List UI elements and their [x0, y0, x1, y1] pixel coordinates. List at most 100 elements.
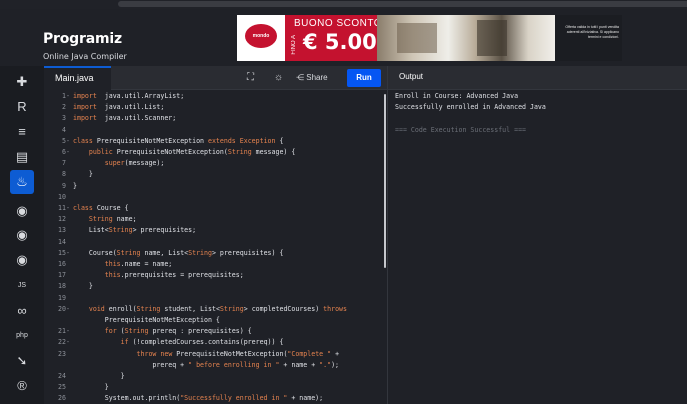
code-text: System.out.println("Successfully enrolle… — [73, 393, 323, 403]
code-line[interactable]: 17 this.prerequisites = prerequisites; — [44, 270, 383, 280]
code-text: String name; — [73, 214, 137, 224]
code-token: Course( — [73, 248, 117, 257]
code-line[interactable]: 9} — [44, 181, 383, 191]
line-number: 6 — [62, 148, 66, 156]
code-line[interactable]: 1- import java.util.ArrayList; — [44, 91, 383, 101]
html-icon[interactable]: ▤ — [13, 148, 31, 166]
code-line[interactable]: 10 — [44, 192, 383, 202]
code-text: class Course { — [73, 203, 129, 213]
csharp-icon[interactable]: ◉ — [13, 251, 31, 269]
line-number: 26 — [58, 394, 66, 403]
code-token: } — [73, 181, 77, 190]
java-icon[interactable]: ♨ — [10, 170, 34, 194]
code-text: } — [73, 382, 109, 392]
fold-toggle[interactable]: - — [66, 248, 70, 258]
sql-icon[interactable]: ≡ — [13, 123, 31, 141]
share-icon: ⋲ — [296, 73, 307, 82]
code-text: import java.util.Scanner; — [73, 113, 176, 123]
fold-toggle[interactable]: - — [66, 147, 70, 157]
php-icon[interactable]: php — [13, 327, 31, 345]
code-line[interactable]: 8 } — [44, 169, 383, 179]
code-line[interactable]: 6- public PrerequisiteNotMetException(St… — [44, 147, 383, 157]
fold-toggle[interactable]: - — [66, 203, 70, 213]
rust-icon[interactable]: ® — [13, 377, 31, 395]
ad-brand-logo: mondo — [245, 24, 277, 48]
code-token: new — [160, 349, 173, 358]
code-line[interactable]: 13 List<String> prerequisites; — [44, 225, 383, 235]
code-text: for (String prereq : prerequisites) { — [73, 326, 252, 336]
code-token: PrerequisiteNotMetException( — [172, 349, 288, 358]
output-panel[interactable]: Enroll in Course: Advanced Java Successfu… — [388, 90, 687, 404]
ad-banner[interactable]: mondo BUONO SCONTO FINO A € 5.000 Offert… — [237, 15, 622, 61]
code-line[interactable]: 16 this.name = name; — [44, 259, 383, 269]
code-text: if (!completedCourses.contains(prereq)) … — [73, 337, 284, 347]
python-icon[interactable]: ✚ — [13, 73, 31, 91]
code-token: name, List< — [140, 248, 189, 257]
scrollbar-thumb[interactable] — [384, 94, 386, 268]
code-token: > completedCourses) — [243, 304, 324, 313]
code-line[interactable]: 20- void enroll(String student, List<Str… — [44, 304, 383, 314]
r-icon[interactable]: R — [13, 98, 31, 116]
code-text: class PrerequisiteNotMetException extend… — [73, 136, 283, 146]
code-token: + name + — [279, 360, 320, 369]
go-icon[interactable]: ∞ — [13, 302, 31, 320]
tab-main-java[interactable]: Main.java — [44, 66, 111, 90]
code-line[interactable]: 11- class Course { — [44, 203, 383, 213]
code-token: ( — [116, 327, 125, 336]
code-line[interactable]: 23 throw new PrerequisiteNotMetException… — [44, 349, 383, 359]
code-line[interactable]: 21- for (String prereq : prerequisites) … — [44, 326, 383, 336]
code-line[interactable]: 7 super(message); — [44, 158, 383, 168]
fold-toggle[interactable]: - — [66, 136, 70, 146]
code-line[interactable]: 24 } — [44, 371, 383, 381]
code-line[interactable]: 3 import java.util.Scanner; — [44, 113, 383, 123]
share-button[interactable]: ⋲ Share — [296, 70, 328, 86]
code-text: } — [73, 371, 125, 381]
code-editor[interactable]: 1- import java.util.ArrayList; 2 import jav… — [44, 90, 383, 404]
code-token: System.out.println( — [73, 394, 181, 403]
run-button[interactable]: Run — [347, 69, 381, 87]
js-icon[interactable]: JS — [13, 277, 31, 295]
code-line[interactable]: 19 — [44, 293, 383, 303]
code-text: prereq + " before enrolling in " + name … — [73, 360, 339, 370]
code-line[interactable]: 5- class PrerequisiteNotMetException exte… — [44, 136, 383, 146]
code-line[interactable]: prereq + " before enrolling in " + name … — [44, 360, 383, 370]
fold-toggle[interactable]: - — [66, 337, 70, 347]
code-token: > prerequisites) { — [211, 248, 284, 257]
swift-icon[interactable]: ➘ — [13, 352, 31, 370]
code-line[interactable]: 25 } — [44, 382, 383, 392]
code-line[interactable]: 14 — [44, 237, 383, 247]
line-number: 12 — [58, 215, 66, 224]
code-token: Exception — [239, 136, 276, 145]
code-token: "." — [319, 360, 332, 369]
code-line[interactable]: 4 — [44, 125, 383, 135]
line-number: 19 — [58, 293, 66, 302]
line-number: 17 — [58, 271, 66, 280]
line-number: 24 — [58, 372, 66, 380]
theme-toggle-icon[interactable]: ☼ — [274, 70, 283, 86]
code-line[interactable]: 18 } — [44, 281, 383, 291]
cpp-icon[interactable]: ◉ — [13, 226, 31, 244]
code-token: import — [73, 103, 97, 112]
fold-toggle[interactable]: - — [66, 91, 70, 101]
code-line[interactable]: PrerequisiteNotMetException { — [44, 315, 383, 325]
c-icon[interactable]: ◉ — [13, 202, 31, 220]
fold-toggle[interactable]: - — [66, 304, 70, 314]
programiz-logo[interactable]: Programiz — [43, 31, 122, 47]
code-line[interactable]: 22- if (!completedCourses.contains(prere… — [44, 337, 383, 347]
code-line[interactable]: 15- Course(String name, List<String> pre… — [44, 248, 383, 258]
code-token: enroll( — [104, 304, 137, 313]
fullscreen-icon[interactable]: ⛶ — [247, 70, 254, 86]
code-token: String — [108, 226, 133, 235]
code-token: this — [104, 271, 121, 280]
code-line[interactable]: 12 String name; — [44, 214, 383, 224]
code-line[interactable]: 2 import java.util.List; — [44, 102, 383, 112]
fold-toggle[interactable]: - — [66, 326, 70, 336]
code-token: message) { — [251, 148, 296, 156]
code-token: } — [73, 372, 125, 380]
output-line: Enroll in Course: Advanced Java — [395, 92, 519, 100]
code-token: import — [73, 92, 97, 100]
code-line[interactable]: 26 System.out.println("Successfully enro… — [44, 393, 383, 403]
code-token: (!completedCourses.contains(prereq)) { — [128, 338, 284, 347]
